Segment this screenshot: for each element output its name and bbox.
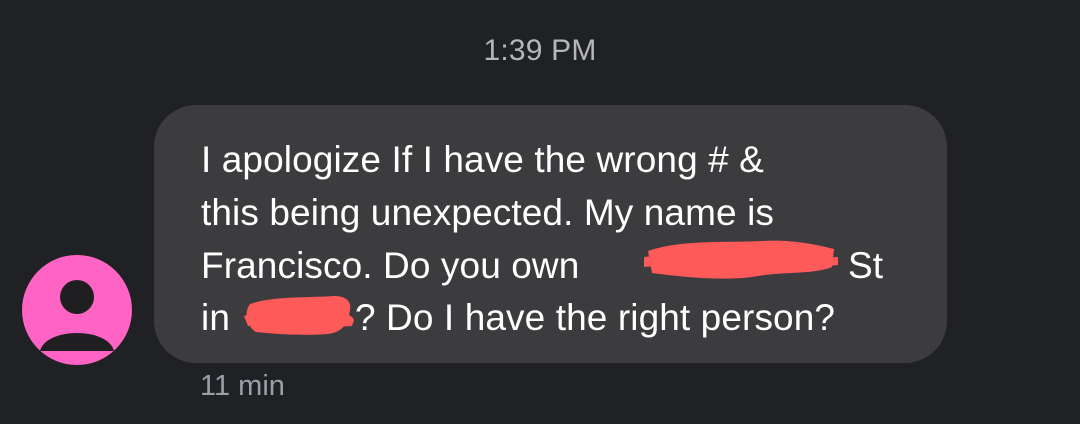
message-line-3: Francisco. Do you own bbox=[201, 245, 580, 286]
message-line-4-tail: ? Do I have the right person? bbox=[355, 297, 836, 338]
message-bubble[interactable]: I apologize If I have the wrong # & this… bbox=[154, 105, 947, 363]
conversation-screen: 1:39 PM I apologize If I have the wrong … bbox=[0, 0, 1080, 424]
sender-avatar[interactable] bbox=[22, 255, 132, 365]
city-redaction bbox=[244, 296, 354, 335]
message-line-4-start: in bbox=[201, 297, 230, 338]
address-redaction bbox=[644, 240, 838, 279]
message-age: 11 min bbox=[200, 370, 285, 402]
message-line-3-tail: St bbox=[848, 245, 884, 286]
message-timestamp: 1:39 PM bbox=[483, 34, 597, 67]
message-line-2: this being unexpected. My name is bbox=[201, 192, 775, 233]
person-icon bbox=[40, 280, 114, 351]
message-line-1: I apologize If I have the wrong # & bbox=[201, 139, 764, 180]
